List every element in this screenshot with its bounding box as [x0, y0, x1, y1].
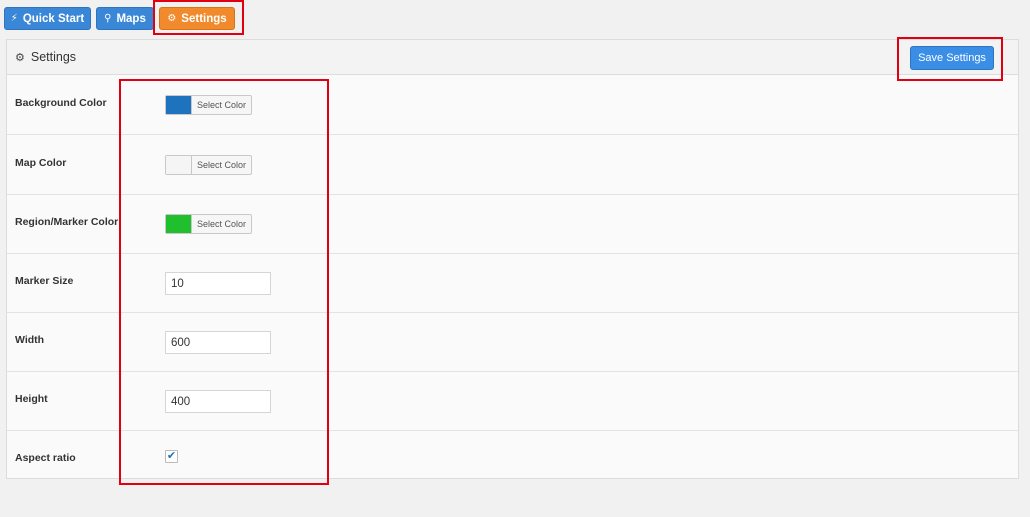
tab-label: Quick Start: [22, 12, 85, 25]
tab-settings[interactable]: ⚙ Settings: [159, 7, 235, 30]
checkmark-icon: ✔: [166, 450, 177, 462]
panel-header: ⚙ Settings: [7, 40, 1018, 75]
map-color-picker[interactable]: Select Color: [165, 155, 252, 175]
setting-label: Height: [15, 393, 48, 405]
setting-row-background-color: Background Color Select Color: [7, 76, 1018, 135]
bolt-icon: ⚡: [10, 12, 18, 24]
setting-row-region-marker-color: Region/Marker Color Select Color: [7, 195, 1018, 254]
background-color-picker[interactable]: Select Color: [165, 95, 252, 115]
setting-label: Marker Size: [15, 275, 74, 287]
aspect-ratio-checkbox[interactable]: ✔: [165, 450, 178, 463]
setting-row-aspect-ratio: Aspect ratio ✔: [7, 431, 1018, 490]
tab-label: Settings: [181, 12, 227, 25]
panel-title: Settings: [30, 50, 77, 64]
setting-label: Region/Marker Color: [15, 216, 119, 228]
gear-icon: ⚙: [15, 51, 25, 64]
setting-row-marker-size: Marker Size: [7, 254, 1018, 313]
settings-panel: ⚙ Settings Save Settings Background Colo…: [6, 39, 1019, 479]
marker-size-input[interactable]: [165, 272, 271, 295]
map-marker-icon: ⚲: [104, 12, 112, 24]
select-color-label: Select Color: [196, 100, 247, 110]
gear-icon: ⚙: [167, 12, 177, 24]
setting-label: Aspect ratio: [15, 452, 76, 464]
height-input[interactable]: [165, 390, 271, 413]
setting-label: Width: [15, 334, 45, 346]
color-swatch: [166, 156, 192, 174]
setting-row-height: Height: [7, 372, 1018, 431]
select-color-label: Select Color: [196, 219, 247, 229]
setting-row-width: Width: [7, 313, 1018, 372]
setting-row-map-color: Map Color Select Color: [7, 136, 1018, 195]
tab-maps[interactable]: ⚲ Maps: [96, 7, 154, 30]
select-color-label: Select Color: [196, 160, 247, 170]
tab-quick-start[interactable]: ⚡ Quick Start: [4, 7, 91, 30]
tab-label: Maps: [116, 12, 146, 25]
setting-label: Map Color: [15, 157, 67, 169]
region-marker-color-picker[interactable]: Select Color: [165, 214, 252, 234]
color-swatch: [166, 96, 192, 114]
save-settings-button[interactable]: Save Settings: [910, 46, 994, 70]
width-input[interactable]: [165, 331, 271, 354]
setting-label: Background Color: [15, 97, 107, 109]
color-swatch: [166, 215, 192, 233]
